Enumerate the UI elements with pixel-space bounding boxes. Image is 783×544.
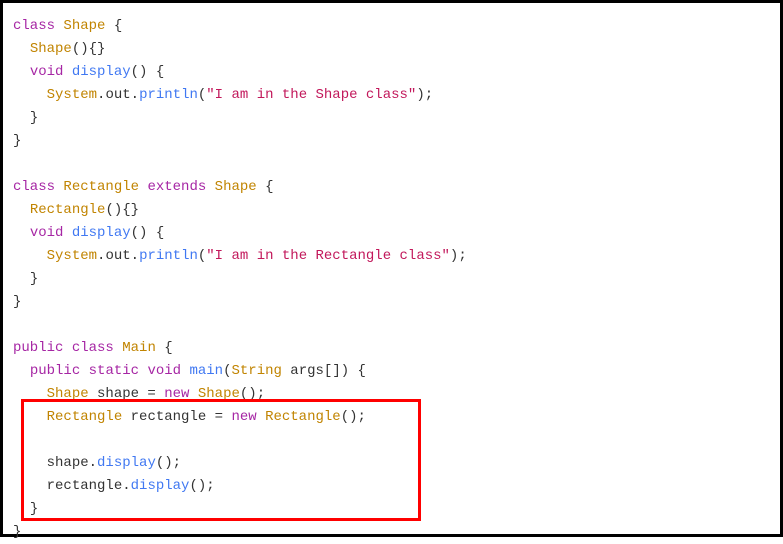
keyword-public: public [30, 363, 80, 379]
method-main: main [181, 363, 223, 379]
class-name: Main [114, 340, 156, 356]
string-literal: "I am in the Rectangle class" [206, 248, 450, 264]
code-line: class Rectangle extends Shape { [13, 176, 770, 199]
code-line: } [13, 130, 770, 153]
code-line: System.out.println("I am in the Shape cl… [13, 84, 770, 107]
code-block: class Shape { Shape(){} void display() {… [0, 0, 783, 537]
code-line: } [13, 107, 770, 130]
keyword-class: class [13, 18, 55, 34]
keyword-void: void [30, 225, 64, 241]
blank-line [13, 153, 770, 176]
blank-line [13, 314, 770, 337]
keyword-void: void [30, 64, 64, 80]
code-line: } [13, 291, 770, 314]
keyword-void: void [139, 363, 181, 379]
code-line: System.out.println("I am in the Rectangl… [13, 245, 770, 268]
code-line: Shape shape = new Shape(); [13, 383, 770, 406]
keyword-static: static [80, 363, 139, 379]
code-line: } [13, 268, 770, 291]
keyword-class: class [63, 340, 113, 356]
constructor: Rectangle [30, 202, 106, 218]
keyword-public: public [13, 340, 63, 356]
code-line: Shape(){} [13, 38, 770, 61]
keyword-new: new [231, 409, 256, 425]
keyword-new: new [164, 386, 189, 402]
code-line: } [13, 521, 770, 544]
keyword-class: class [13, 179, 55, 195]
code-line: shape.display(); [13, 452, 770, 475]
code-line: Rectangle rectangle = new Rectangle(); [13, 406, 770, 429]
blank-line [13, 429, 770, 452]
keyword-extends: extends [139, 179, 206, 195]
class-name: Rectangle [63, 179, 139, 195]
string-literal: "I am in the Shape class" [206, 87, 416, 103]
method-name: display [63, 64, 130, 80]
method-name: display [63, 225, 130, 241]
code-line: Rectangle(){} [13, 199, 770, 222]
code-line: public class Main { [13, 337, 770, 360]
code-line: public static void main(String args[]) { [13, 360, 770, 383]
class-name: Shape [63, 18, 105, 34]
constructor: Shape [30, 41, 72, 57]
code-line: void display() { [13, 222, 770, 245]
code-line: rectangle.display(); [13, 475, 770, 498]
code-line: class Shape { [13, 15, 770, 38]
code-line: void display() { [13, 61, 770, 84]
code-line: } [13, 498, 770, 521]
